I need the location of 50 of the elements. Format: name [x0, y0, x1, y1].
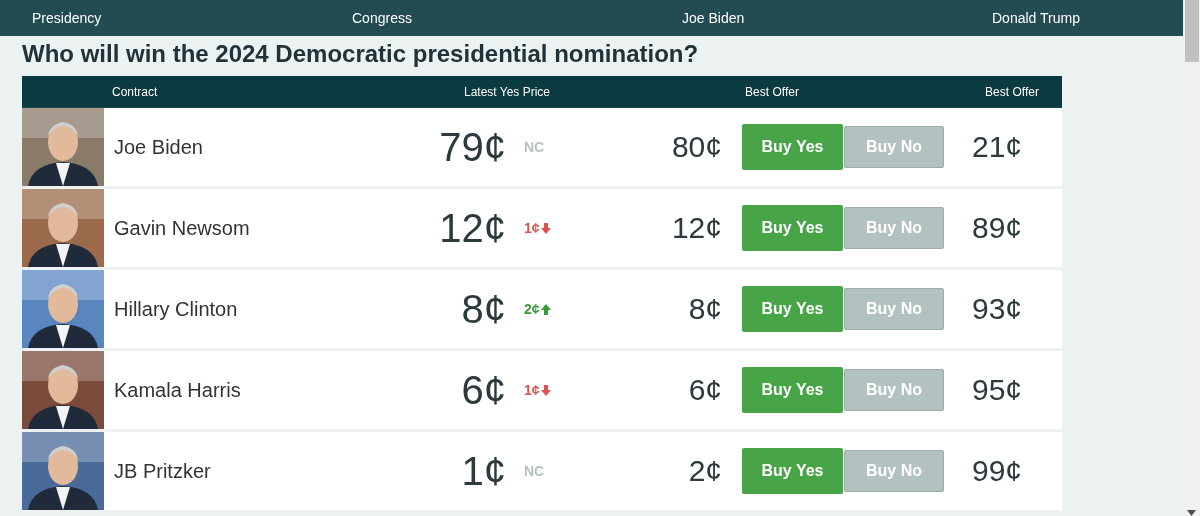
- best-offer-no: 99¢: [971, 454, 1023, 488]
- down-arrow-icon: [540, 222, 551, 234]
- best-offer-no: 89¢: [971, 211, 1023, 245]
- down-arrow-icon: [540, 384, 551, 396]
- column-header: Best Offer: [745, 85, 799, 99]
- latest-price: 79¢: [438, 124, 506, 170]
- latest-price: 6¢: [460, 367, 506, 413]
- buy-yes-button[interactable]: Buy Yes: [742, 286, 843, 332]
- best-offer-yes: 12¢: [670, 211, 722, 245]
- page-heading: Who will win the 2024 Democratic presidential nomination?: [22, 40, 700, 68]
- buy-no-button[interactable]: Buy No: [844, 207, 944, 249]
- best-offer-no: 95¢: [971, 373, 1023, 407]
- nav-link[interactable]: Congress: [352, 10, 412, 26]
- nav-link[interactable]: Donald Trump: [992, 10, 1080, 26]
- best-offer-yes: 80¢: [670, 130, 722, 164]
- price-change: 2¢: [506, 301, 594, 317]
- price-change: NC: [523, 463, 546, 479]
- latest-price: 12¢: [438, 205, 506, 251]
- buy-yes-button[interactable]: Buy Yes: [742, 205, 843, 251]
- contract-name: Kamala Harris: [113, 378, 242, 402]
- buy-no-button[interactable]: Buy No: [844, 126, 944, 168]
- buy-yes-button[interactable]: Buy Yes: [742, 448, 843, 494]
- best-offer-yes: 2¢: [687, 454, 722, 488]
- best-offer-yes: 8¢: [687, 292, 722, 326]
- column-header: Contract: [112, 85, 158, 99]
- price-change: NC: [523, 139, 546, 155]
- nav-link[interactable]: Joe Biden: [682, 10, 745, 26]
- scroll-thumb[interactable]: [1184, 0, 1199, 62]
- buy-no-button[interactable]: Buy No: [844, 369, 944, 411]
- latest-price: 1¢: [460, 448, 506, 494]
- column-header: Latest Yes Price: [463, 85, 551, 99]
- buy-yes-button[interactable]: Buy Yes: [742, 124, 843, 170]
- buy-no-button[interactable]: Buy No: [844, 288, 944, 330]
- contract-name: Joe Biden: [113, 135, 204, 159]
- contract-name: Hillary Clinton: [113, 297, 239, 321]
- scrollbar[interactable]: [1183, 0, 1200, 516]
- best-offer-yes: 6¢: [687, 373, 722, 407]
- latest-price: 8¢: [460, 286, 506, 332]
- contract-name: Gavin Newsom: [113, 216, 251, 240]
- price-change: 1¢: [506, 382, 594, 398]
- nav-link[interactable]: Presidency: [32, 10, 102, 26]
- best-offer-no: 21¢: [971, 130, 1023, 164]
- buy-no-button[interactable]: Buy No: [844, 450, 944, 492]
- price-change: 1¢: [506, 220, 594, 236]
- scroll-down-icon[interactable]: [1187, 510, 1196, 516]
- up-arrow-icon: [540, 303, 551, 315]
- buy-yes-button[interactable]: Buy Yes: [742, 367, 843, 413]
- column-header: Best Offer: [985, 85, 1039, 99]
- contract-name: JB Pritzker: [113, 459, 212, 483]
- best-offer-no: 93¢: [971, 292, 1023, 326]
